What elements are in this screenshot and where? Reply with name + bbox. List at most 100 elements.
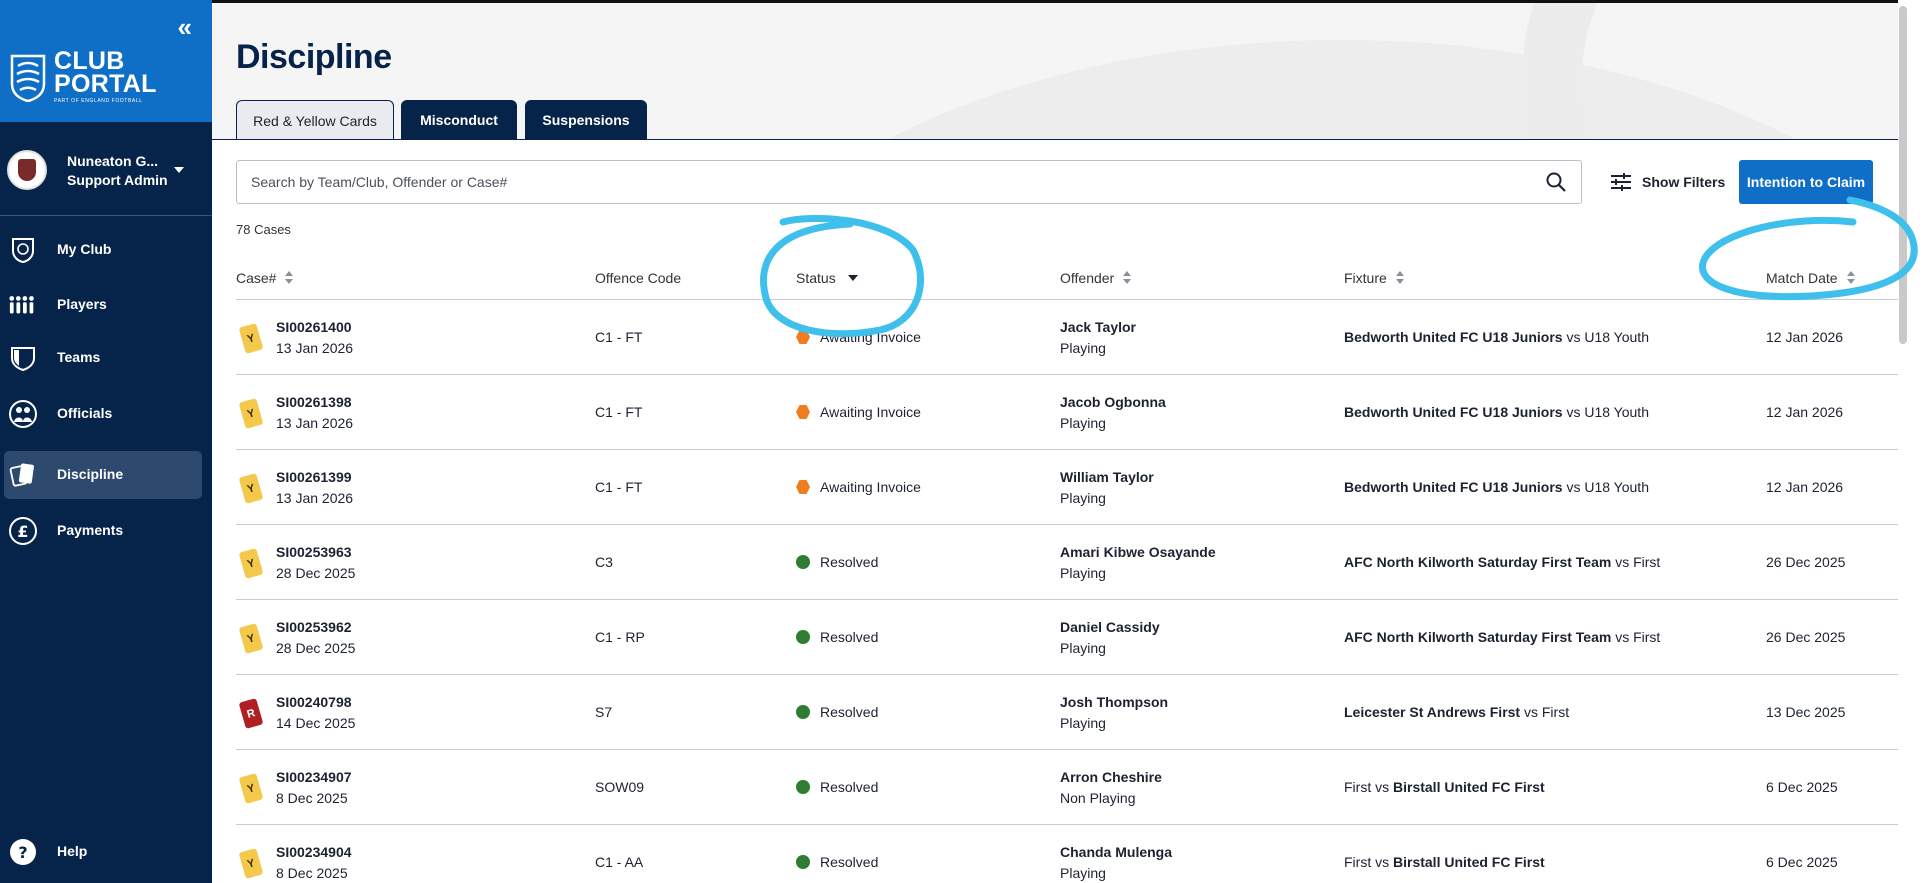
table-row[interactable]: Y SI00261399 13 Jan 2026 C1 - FT Awaiting In… (236, 450, 1898, 525)
case-number[interactable]: SI00261400 (276, 319, 352, 335)
status-badge: Awaiting Invoice (796, 404, 921, 420)
offender-role: Playing (1060, 340, 1106, 356)
tab-suspensions[interactable]: Suspensions (525, 100, 647, 139)
fixture: Bedworth United FC U18 Juniors vs U18 Yo… (1344, 479, 1649, 495)
red-card-icon: R (238, 698, 264, 729)
status-badge: Awaiting Invoice (796, 479, 921, 495)
case-number[interactable]: SI00234904 (276, 844, 352, 860)
club-portal-logo-icon (10, 54, 46, 102)
case-number[interactable]: SI00240798 (276, 694, 352, 710)
column-match-date[interactable]: Match Date (1766, 256, 1856, 300)
offence-code: SOW09 (595, 779, 645, 795)
sort-desc-icon (847, 275, 858, 281)
show-filters-label: Show Filters (1642, 174, 1726, 190)
collapse-sidebar-button[interactable]: « (178, 14, 192, 40)
sidebar-item-officials[interactable]: Officials (4, 390, 202, 438)
yellow-card-icon: Y (238, 473, 264, 504)
column-offender-label: Offender (1060, 270, 1115, 286)
fixture-away: Birstall United FC First (1393, 779, 1545, 795)
sidebar-item-label: Officials (57, 405, 113, 421)
table-row[interactable]: Y SI00253963 28 Dec 2025 C3 Resolved Amari Ki… (236, 525, 1898, 600)
main-content: Discipline Red & Yellow Cards Misconduct… (212, 0, 1924, 883)
table-row[interactable]: R SI00240798 14 Dec 2025 S7 Resolved Josh Tho… (236, 675, 1898, 750)
case-number[interactable]: SI00234907 (276, 769, 352, 785)
fixture-home: Bedworth United FC U18 Juniors (1344, 329, 1563, 345)
fixture-away: vs First (1611, 629, 1661, 645)
window-top-border (212, 0, 1898, 3)
table-row[interactable]: Y SI00253962 28 Dec 2025 C1 - RP Resolved Dan… (236, 600, 1898, 675)
fixture-home: AFC North Kilworth Saturday First Team (1344, 629, 1612, 645)
page-title: Discipline (236, 38, 392, 76)
case-date: 14 Dec 2025 (276, 715, 356, 731)
logo-text: CLUB PORTAL (54, 49, 157, 97)
fixture: AFC North Kilworth Saturday First Team v… (1344, 554, 1660, 570)
search-box (236, 160, 1582, 204)
case-date: 8 Dec 2025 (276, 865, 348, 881)
column-case[interactable]: Case# (236, 256, 294, 300)
yellow-card-icon: Y (238, 848, 264, 879)
sort-icon (1122, 271, 1132, 285)
sidebar-item-label: Teams (57, 349, 101, 365)
match-date: 6 Dec 2025 (1766, 854, 1838, 870)
table-row[interactable]: Y SI00234904 8 Dec 2025 C1 - AA Resolved Chan… (236, 825, 1898, 883)
intention-to-claim-button[interactable]: Intention to Claim (1739, 160, 1873, 204)
search-input[interactable] (251, 161, 1521, 203)
case-count: 78 Cases (236, 222, 291, 237)
case-number[interactable]: SI00261398 (276, 394, 352, 410)
yellow-card-icon: Y (238, 773, 264, 804)
sort-icon (284, 271, 294, 285)
status-label: Resolved (820, 854, 879, 870)
pound-icon: £ (8, 516, 38, 546)
sidebar-item-label: Discipline (57, 466, 124, 482)
scrollbar-thumb[interactable] (1899, 6, 1907, 344)
table-row[interactable]: Y SI00234907 8 Dec 2025 SOW09 Resolved Arron … (236, 750, 1898, 825)
sidebar-item-my-club[interactable]: My Club (4, 226, 202, 274)
match-date: 12 Jan 2026 (1766, 329, 1844, 345)
status-badge: Awaiting Invoice (796, 329, 921, 345)
logo-tagline: PART OF ENGLAND FOOTBALL (54, 98, 143, 104)
offence-code: C1 - RP (595, 629, 645, 645)
status-label: Awaiting Invoice (820, 404, 921, 420)
case-number[interactable]: SI00253962 (276, 619, 352, 635)
shield-ball-icon (8, 235, 38, 265)
fixture-away: vs First (1611, 554, 1661, 570)
sidebar-item-payments[interactable]: £ Payments (4, 507, 202, 555)
match-date: 26 Dec 2025 (1766, 554, 1846, 570)
fixture-home: First vs (1344, 854, 1393, 870)
sidebar-item-discipline[interactable]: Discipline (4, 451, 202, 499)
tab-misconduct[interactable]: Misconduct (401, 100, 517, 139)
fixture-away: vs U18 Youth (1562, 479, 1649, 495)
sidebar-item-teams[interactable]: Teams (4, 334, 202, 382)
account-role: Support Admin (67, 172, 168, 188)
case-date: 13 Jan 2026 (276, 490, 354, 506)
fixture-away: vs U18 Youth (1562, 329, 1649, 345)
table-row[interactable]: Y SI00261400 13 Jan 2026 C1 - FT Awaiting In… (236, 300, 1898, 375)
officials-icon (8, 399, 38, 429)
search-icon[interactable] (1545, 171, 1567, 193)
status-awaiting-icon (796, 405, 810, 419)
offender-name: Jack Taylor (1060, 319, 1137, 335)
tab-red-yellow-cards[interactable]: Red & Yellow Cards (236, 100, 394, 139)
sidebar-item-players[interactable]: Players (4, 281, 202, 329)
status-badge: Resolved (796, 704, 878, 720)
caret-down-icon[interactable] (174, 167, 184, 173)
case-date: 13 Jan 2026 (276, 415, 354, 431)
column-offender[interactable]: Offender (1060, 256, 1132, 300)
case-number[interactable]: SI00253963 (276, 544, 352, 560)
offender-name: Chanda Mulenga (1060, 844, 1173, 860)
case-number[interactable]: SI00261399 (276, 469, 352, 485)
column-fixture-label: Fixture (1344, 270, 1387, 286)
fixture-home: Bedworth United FC U18 Juniors (1344, 404, 1563, 420)
sort-icon (1395, 271, 1405, 285)
show-filters-button[interactable]: Show Filters (1610, 166, 1725, 198)
case-date: 28 Dec 2025 (276, 640, 356, 656)
help-link[interactable]: ? Help (4, 828, 202, 876)
offence-code: C3 (595, 554, 613, 570)
table-row[interactable]: Y SI00261398 13 Jan 2026 C1 - FT Awaiting In… (236, 375, 1898, 450)
column-fixture[interactable]: Fixture (1344, 256, 1405, 300)
fixture: First vs Birstall United FC First (1344, 854, 1545, 870)
offence-code: S7 (595, 704, 613, 720)
offender-name: Jacob Ogbonna (1060, 394, 1166, 410)
account-switcher[interactable]: Nuneaton G... Support Admin (0, 130, 212, 216)
column-status[interactable]: Status (796, 256, 858, 300)
